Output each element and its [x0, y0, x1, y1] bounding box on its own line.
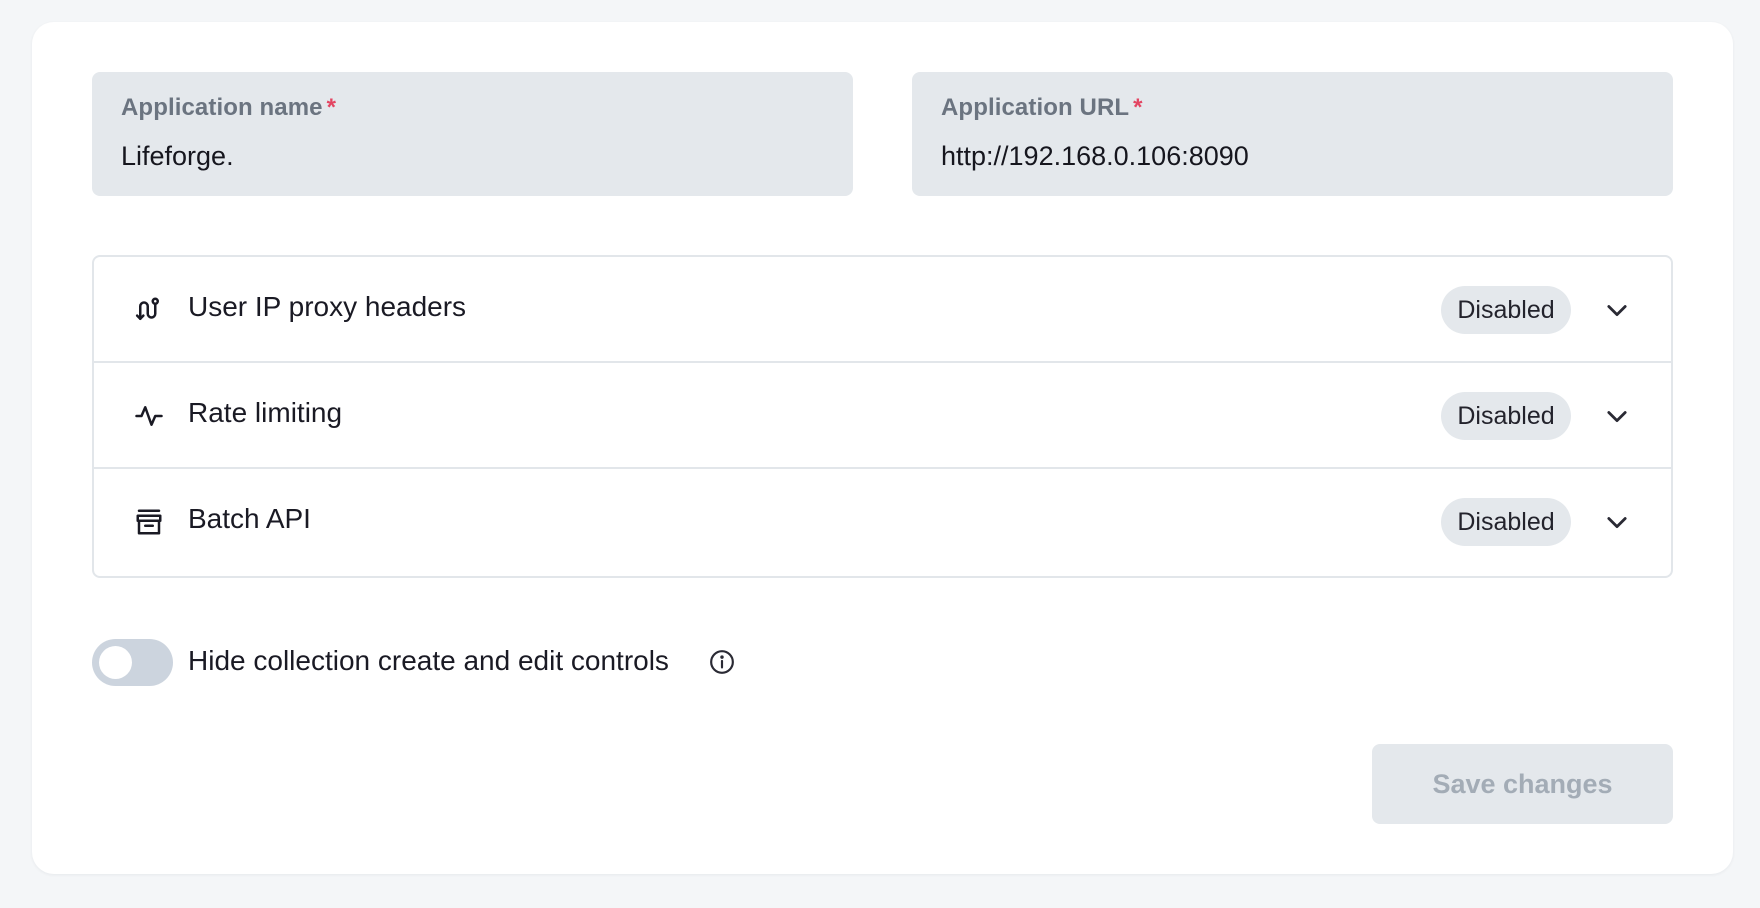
accordion-item-user-ip-proxy-headers[interactable]: User IP proxy headers Disabled: [94, 257, 1671, 363]
archive-icon: [136, 509, 162, 535]
accordion-item-title: User IP proxy headers: [188, 291, 467, 322]
save-changes-button[interactable]: Save changes: [1372, 744, 1673, 824]
status-badge: Disabled: [1441, 286, 1571, 334]
accordion-item-batch-api[interactable]: Batch API Disabled: [94, 469, 1671, 575]
application-name-field[interactable]: Application name *: [92, 72, 853, 196]
required-marker: *: [326, 94, 337, 121]
info-icon[interactable]: [709, 649, 735, 675]
hide-controls-label[interactable]: Hide collection create and edit controls: [188, 645, 669, 677]
application-name-input[interactable]: [121, 138, 821, 174]
settings-panel: Application name* Application URL* User …: [32, 22, 1733, 874]
application-url-input[interactable]: [941, 138, 1641, 174]
status-badge: Disabled: [1441, 392, 1571, 440]
application-name-label: Application name *: [121, 94, 337, 121]
application-url-label: Application URL *: [941, 94, 1143, 121]
accordion-item-title: Batch API: [188, 503, 311, 534]
accordion-item-rate-limiting[interactable]: Rate limiting Disabled: [94, 363, 1671, 469]
pulse-icon: [135, 406, 163, 426]
hide-controls-toggle[interactable]: [92, 639, 173, 686]
required-marker: *: [1133, 94, 1143, 121]
toggle-knob: [99, 646, 132, 679]
accordion-item-title: Rate limiting: [188, 397, 343, 428]
chevron-down-icon[interactable]: [1603, 508, 1631, 536]
hide-controls-row: Hide collection create and edit controls: [92, 636, 792, 686]
chevron-down-icon[interactable]: [1603, 296, 1631, 324]
settings-accordion: User IP proxy headers Disabled Rate limi…: [92, 255, 1673, 578]
application-url-field[interactable]: Application URL *: [912, 72, 1673, 196]
chevron-down-icon[interactable]: [1603, 402, 1631, 430]
status-badge: Disabled: [1441, 498, 1571, 546]
route-icon: [135, 297, 159, 320]
